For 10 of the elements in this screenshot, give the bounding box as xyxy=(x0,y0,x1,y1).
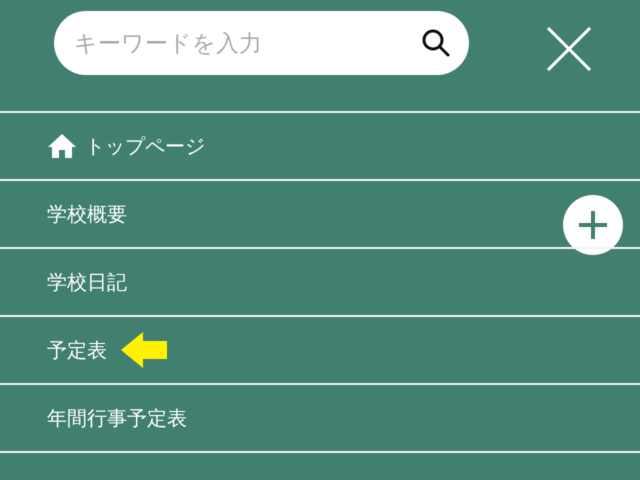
menu-item[interactable]: 学校概要 xyxy=(47,200,127,228)
menu-item[interactable]: トップページ xyxy=(47,132,205,160)
search-field[interactable]: キーワードを入力 xyxy=(54,11,469,75)
menu-item[interactable]: 学校日記 xyxy=(47,268,127,296)
search-icon[interactable] xyxy=(421,28,451,58)
menu-item[interactable]: 予定表 xyxy=(47,336,107,364)
menu-item[interactable]: 年間行事予定表 xyxy=(47,404,187,432)
home-icon xyxy=(47,133,77,159)
plus-icon xyxy=(578,210,608,240)
close-button[interactable] xyxy=(547,27,591,71)
